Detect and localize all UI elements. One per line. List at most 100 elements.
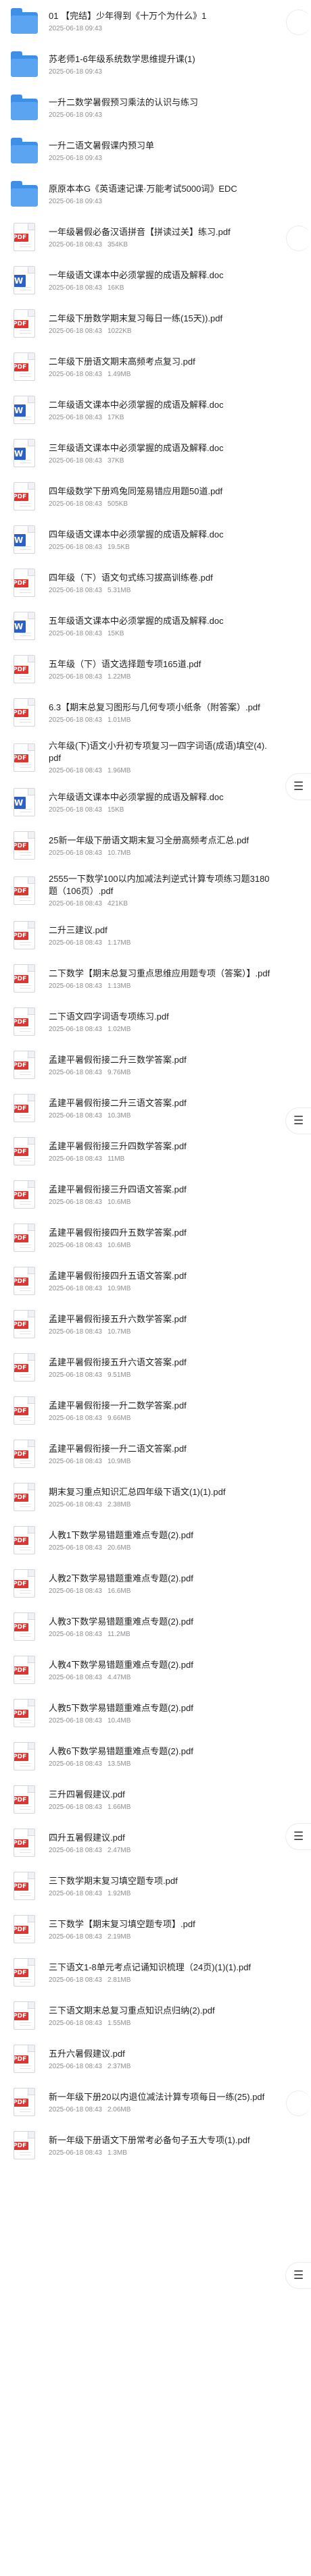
file-date: 2025-06-18 08:43 [49, 939, 102, 947]
file-row[interactable]: PDF 孟建平暑假衔接三升四数学答案.pdf 2025-06-18 08:43 11M… [0, 1130, 311, 1174]
file-row[interactable]: PDF 新一年级下册20以内退位减法计算专项每日一练(25).pdf 2025-06… [0, 2081, 311, 2124]
file-size: 11.2MB [107, 1630, 130, 1638]
file-row[interactable]: PDF 孟建平暑假衔接一升二语文答案.pdf 2025-06-18 08:43 10.… [0, 1433, 311, 1476]
file-row[interactable]: PDF 孟建平暑假衔接一升二数学答案.pdf 2025-06-18 08:43 9.6… [0, 1390, 311, 1433]
file-name: 6.3【期末总复习图形与几何专项小纸条（附答案）.pdf [49, 702, 260, 712]
file-details: 2025-06-18 08:43 10.4MB [49, 1716, 270, 1726]
file-row[interactable]: PDF 孟建平暑假衔接三升四语文答案.pdf 2025-06-18 08:43 10.… [0, 1174, 311, 1217]
file-row[interactable]: PDF 三下数学期末复习填空题专项.pdf 2025-06-18 08:43 1.92… [0, 1865, 311, 1908]
pdf-file-icon: PDF [9, 221, 39, 254]
file-row[interactable]: PDF 五年级（下）语文选择题专项165道.pdf 2025-06-18 08:43… [0, 648, 311, 691]
file-name: 人教6下数学易错题重难点专题(2).pdf [49, 1745, 193, 1756]
pdf-file-icon: PDF [9, 654, 39, 686]
word-file-icon: W [9, 394, 39, 427]
file-row[interactable]: PDF 新一年级下册语文下册常考必备句子五大专项(1).pdf 2025-06-18… [0, 2124, 311, 2167]
file-row[interactable]: PDF 三下数学【期末复习填空题专项】.pdf 2025-06-18 08:43 2.… [0, 1908, 311, 1951]
file-size: 2.19MB [107, 1933, 131, 1941]
file-meta: 人教2下数学易错题重难点专题(2).pdf 2025-06-18 08:43 16.… [49, 1573, 270, 1596]
file-row[interactable]: PDF 6.3【期末总复习图形与几何专项小纸条（附答案）.pdf 2025-06-1… [0, 691, 311, 735]
file-row[interactable]: PDF 人教2下数学易错题重难点专题(2).pdf 2025-06-18 08:43… [0, 1562, 311, 1606]
file-row[interactable]: PDF 二下数学【期末总复习重点思维应用题专项（答案）】.pdf 2025-06-1… [0, 957, 311, 1001]
file-details: 2025-06-18 08:43 1.01MB [49, 716, 270, 725]
file-name: 人教4下数学易错题重难点专题(2).pdf [49, 1659, 193, 1670]
file-meta: 五年级（下）语文选择题专项165道.pdf 2025-06-18 08:43 1.2… [49, 658, 270, 682]
file-row[interactable]: PDF 二年级下册数学期末复习每日一练(15天)).pdf 2025-06-18 0… [0, 303, 311, 346]
file-row[interactable]: PDF 孟建平暑假衔接四升五数学答案.pdf 2025-06-18 08:43 10.… [0, 1217, 311, 1260]
file-meta: 6.3【期末总复习图形与几何专项小纸条（附答案）.pdf 2025-06-18 0… [49, 702, 270, 725]
file-row[interactable]: W 五年级语文课本中必须掌握的成语及解释.doc 2025-06-18 08:43 1… [0, 605, 311, 648]
file-row[interactable]: PDF 二下语文四字词语专项练习.pdf 2025-06-18 08:43 1.02M… [0, 1001, 311, 1044]
file-row[interactable]: PDF 四年级（下）语文句式练习拔高训练卷.pdf 2025-06-18 08:43… [0, 562, 311, 605]
file-row[interactable]: PDF 人教5下数学易错题重难点专题(2).pdf 2025-06-18 08:43… [0, 1692, 311, 1735]
file-row[interactable]: PDF 六年级(下)语文小升初专项复习一四字词语(成语)填空(4).pdf 2025… [0, 735, 311, 781]
file-row[interactable]: 一升二语文暑假课内预习单 2025-06-18 09:43 [0, 130, 311, 173]
pdf-file-icon: PDF [9, 742, 39, 774]
file-row[interactable]: PDF 孟建平暑假衔接四升五语文答案.pdf 2025-06-18 08:43 10.… [0, 1260, 311, 1303]
file-row[interactable]: PDF 三下语文期末总复习重点知识点归纳(2).pdf 2025-06-18 08:… [0, 1995, 311, 2038]
file-meta: 一年级语文课本中必须掌握的成语及解释.doc 2025-06-18 08:43 16… [49, 269, 270, 293]
file-row[interactable]: PDF 期末复习重点知识汇总四年级下语文(1)(1).pdf 2025-06-18 … [0, 1476, 311, 1519]
side-menu-button[interactable]: ☰ [285, 2262, 311, 2289]
file-row[interactable]: W 六年级语文课本中必须掌握的成语及解释.doc 2025-06-18 08:43 1… [0, 781, 311, 824]
pdf-file-icon: PDF [9, 1654, 39, 1687]
file-date: 2025-06-18 08:43 [49, 1933, 102, 1941]
row-action-button[interactable] [286, 224, 311, 251]
file-row[interactable]: PDF 一年级暑假必备汉语拼音【拼读过关】练习.pdf 2025-06-18 08:… [0, 216, 311, 259]
file-row[interactable]: PDF 25新一年级下册语文期末复习全册高频考点汇总.pdf 2025-06-18 … [0, 824, 311, 868]
file-meta: 孟建平暑假衔接五升六语文答案.pdf 2025-06-18 08:43 9.51MB [49, 1357, 270, 1380]
file-row[interactable]: W 三年级语文课本中必须掌握的成语及解释.doc 2025-06-18 08:43 3… [0, 432, 311, 475]
file-size: 2.38MB [107, 1500, 131, 1508]
file-meta: 一升二数学暑假预习乘法的认识与练习 2025-06-18 09:43 [49, 97, 270, 120]
file-row[interactable]: PDF 三下语文1-8单元考点记诵知识梳理（24页)(1)(1).pdf 2025-… [0, 1951, 311, 1995]
file-row[interactable]: PDF 五升六暑假建议.pdf 2025-06-18 08:43 2.37MB [0, 2038, 311, 2081]
file-row[interactable]: 01 【完结】少年得到《十万个为什么》1 2025-06-18 09:43 [0, 0, 311, 43]
file-details: 2025-06-18 08:43 9.66MB [49, 1414, 270, 1423]
file-size: 10.7MB [107, 1328, 131, 1336]
file-meta: 人教1下数学易错题重难点专题(2).pdf 2025-06-18 08:43 20.… [49, 1529, 270, 1553]
file-row[interactable]: PDF 人教4下数学易错题重难点专题(2).pdf 2025-06-18 08:43… [0, 1649, 311, 1692]
side-menu-button[interactable]: ☰ [285, 773, 311, 800]
file-meta: 二下数学【期末总复习重点思维应用题专项（答案）】.pdf 2025-06-18 0… [49, 968, 270, 991]
file-row[interactable]: PDF 人教6下数学易错题重难点专题(2).pdf 2025-06-18 08:43… [0, 1735, 311, 1779]
file-row[interactable]: PDF 二年级下册语文期末高频考点复习.pdf 2025-06-18 08:43 1.… [0, 346, 311, 389]
file-row[interactable]: W 四年级语文课本中必须掌握的成语及解释.doc 2025-06-18 08:43 1… [0, 519, 311, 562]
file-name: 五年级语文课本中必须掌握的成语及解释.doc [49, 615, 224, 626]
file-row[interactable]: PDF 四升五暑假建议.pdf 2025-06-18 08:43 2.47MB [0, 1822, 311, 1865]
file-row[interactable]: PDF 人教3下数学易错题重难点专题(2).pdf 2025-06-18 08:43… [0, 1606, 311, 1649]
row-action-button[interactable] [286, 8, 311, 35]
file-details: 2025-06-18 08:43 1.96MB [49, 766, 270, 776]
row-action-button[interactable] [286, 2089, 311, 2116]
file-row[interactable]: PDF 孟建平暑假衔接五升六数学答案.pdf 2025-06-18 08:43 10.… [0, 1303, 311, 1346]
file-row[interactable]: 一升二数学暑假预习乘法的认识与练习 2025-06-18 09:43 [0, 86, 311, 130]
file-row[interactable]: PDF 二升三建议.pdf 2025-06-18 08:43 1.17MB [0, 914, 311, 957]
file-row[interactable]: PDF 孟建平暑假衔接五升六语文答案.pdf 2025-06-18 08:43 9.5… [0, 1346, 311, 1390]
file-row[interactable]: 苏老师1-6年级系统数学思维提升课(1) 2025-06-18 09:43 [0, 43, 311, 86]
file-name: 人教5下数学易错题重难点专题(2).pdf [49, 1702, 193, 1713]
file-name: 二升三建议.pdf [49, 924, 107, 935]
file-row[interactable]: PDF 四年级数学下册鸡兔同笼易错应用题50道.pdf 2025-06-18 08:… [0, 475, 311, 519]
file-date: 2025-06-18 08:43 [49, 370, 102, 378]
file-row[interactable]: 原原本本G《英语速记课·万能考试5000词》EDC 2025-06-18 09:4… [0, 173, 311, 216]
file-details: 2025-06-18 08:43 15KB [49, 806, 270, 815]
file-meta: 孟建平暑假衔接二升三数学答案.pdf 2025-06-18 08:43 9.76MB [49, 1054, 270, 1078]
pdf-file-icon: PDF [9, 1568, 39, 1600]
file-row[interactable]: W 一年级语文课本中必须掌握的成语及解释.doc 2025-06-18 08:43 1… [0, 259, 311, 303]
word-file-icon: W [9, 265, 39, 297]
file-size: 1.96MB [107, 767, 131, 774]
pdf-file-icon: PDF [9, 1741, 39, 1773]
file-details: 2025-06-18 08:43 1.02MB [49, 1025, 270, 1034]
file-row[interactable]: PDF 孟建平暑假衔接二升三数学答案.pdf 2025-06-18 08:43 9.7… [0, 1044, 311, 1087]
file-meta: 人教5下数学易错题重难点专题(2).pdf 2025-06-18 08:43 10.… [49, 1702, 270, 1726]
side-menu-button[interactable]: ☰ [285, 1107, 311, 1134]
file-details: 2025-06-18 08:43 19.5KB [49, 543, 270, 552]
pdf-file-icon: PDF [9, 1179, 39, 1211]
file-size: 2.81MB [107, 1976, 131, 1984]
file-name: 二年级语文课本中必须掌握的成语及解释.doc [49, 399, 224, 410]
file-row[interactable]: PDF 2555一下数学100以内加减法判逆式计算专项练习题3180题（106页）… [0, 868, 311, 914]
file-row[interactable]: W 二年级语文课本中必须掌握的成语及解释.doc 2025-06-18 08:43 1… [0, 389, 311, 432]
file-row[interactable]: PDF 三升四暑假建议.pdf 2025-06-18 08:43 1.66MB [0, 1779, 311, 1822]
file-date: 2025-06-18 08:43 [49, 1111, 102, 1120]
file-row[interactable]: PDF 孟建平暑假衔接二升三语文答案.pdf 2025-06-18 08:43 10.… [0, 1087, 311, 1130]
file-row[interactable]: PDF 人教1下数学易错题重难点专题(2).pdf 2025-06-18 08:43… [0, 1519, 311, 1562]
side-menu-button[interactable]: ☰ [285, 1823, 311, 1850]
